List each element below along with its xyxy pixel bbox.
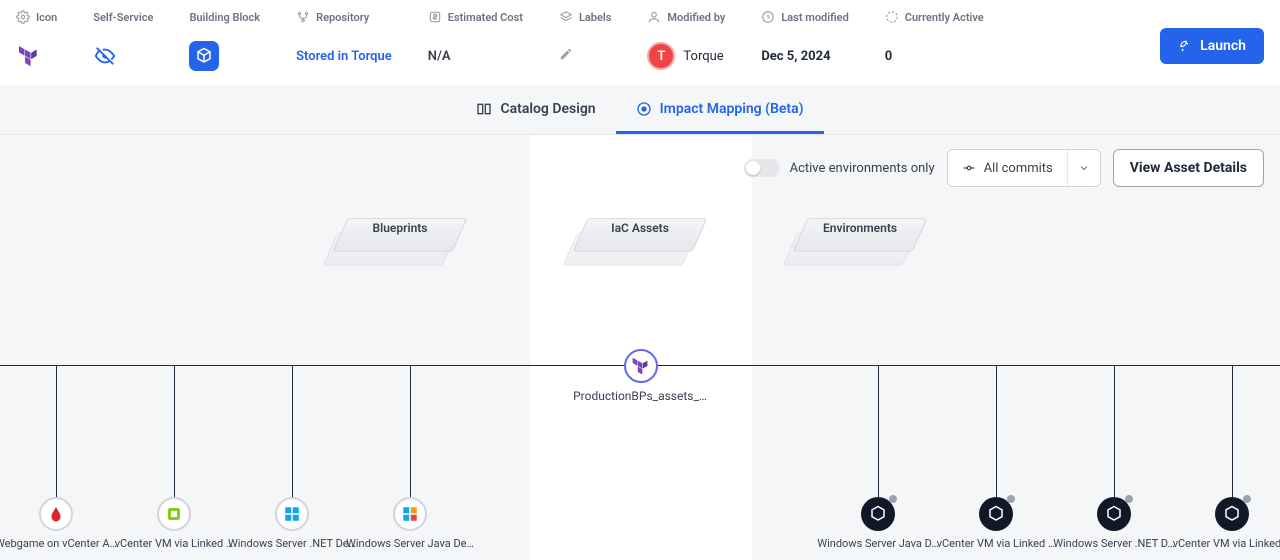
- last-modified-value: Dec 5, 2024: [761, 49, 830, 64]
- gear-icon: [16, 10, 30, 24]
- dollar-icon: [428, 10, 442, 24]
- col-repository: Repository: [316, 11, 369, 24]
- blueprint-label: Webgame on vCenter A…: [0, 537, 117, 550]
- layers-icon: [559, 10, 573, 24]
- tab-impact-label: Impact Mapping (Beta): [660, 101, 804, 117]
- category-environments: Environments: [790, 205, 930, 265]
- col-icon: Icon: [36, 11, 57, 24]
- chevron-down-icon[interactable]: [1067, 150, 1100, 186]
- details-header: Icon Self-Service Building Block Reposit…: [0, 0, 1280, 87]
- connector-line: [292, 365, 293, 505]
- activity-icon: [885, 10, 899, 24]
- center-asset-node[interactable]: [624, 349, 658, 383]
- launch-button[interactable]: Launch: [1160, 28, 1264, 64]
- category-blueprints-label: Blueprints: [330, 221, 470, 235]
- blueprint-node[interactable]: [393, 497, 427, 531]
- currently-active-value: 0: [885, 49, 892, 64]
- tab-catalog-label: Catalog Design: [500, 101, 595, 117]
- terraform-icon: [16, 43, 42, 69]
- environment-label: vCenter VM via Linked …: [937, 537, 1056, 550]
- tab-impact-mapping[interactable]: Impact Mapping (Beta): [616, 87, 824, 134]
- tabs: Catalog Design Impact Mapping (Beta): [0, 87, 1280, 135]
- blueprint-node[interactable]: [39, 497, 73, 531]
- category-iac-label: IaC Assets: [570, 221, 710, 235]
- modified-by-name: Torque: [683, 49, 723, 64]
- launch-label: Launch: [1200, 38, 1246, 54]
- estimated-cost-value: N/A: [428, 49, 451, 64]
- environment-node[interactable]: [861, 497, 895, 531]
- blueprint-label: vCenter VM via Linked …: [115, 537, 234, 550]
- tab-catalog-design[interactable]: Catalog Design: [456, 87, 615, 134]
- view-asset-details-button[interactable]: View Asset Details: [1113, 149, 1264, 187]
- repository-link[interactable]: Stored in Torque: [296, 49, 392, 64]
- col-currently-active: Currently Active: [905, 11, 984, 24]
- environment-label: Windows Server Java D…: [817, 537, 938, 550]
- blueprint-label: Windows Server Java De…: [346, 537, 474, 550]
- col-self-service: Self-Service: [93, 11, 153, 24]
- building-block-badge[interactable]: [189, 41, 219, 71]
- blueprint-label: Windows Server .NET De…: [228, 537, 356, 550]
- environment-label: vCenter VM via Linked …: [1173, 537, 1280, 550]
- col-building-block: Building Block: [189, 11, 260, 24]
- center-column-highlight: [530, 135, 752, 560]
- col-last-modified: Last modified: [781, 11, 848, 24]
- canvas-controls: Active environments only All commits Vie…: [744, 149, 1264, 187]
- category-environments-label: Environments: [790, 221, 930, 235]
- center-asset-label: ProductionBPs_assets_…: [560, 389, 720, 403]
- connector-line: [410, 365, 411, 505]
- avatar: T: [647, 42, 675, 70]
- connector-line: [1232, 365, 1233, 505]
- environment-node[interactable]: [1215, 497, 1249, 531]
- connector-line: [174, 365, 175, 505]
- col-labels: Labels: [579, 11, 611, 24]
- connector-line: [1114, 365, 1115, 505]
- category-blueprints: Blueprints: [330, 205, 470, 265]
- clock-icon: [761, 10, 775, 24]
- category-iac-assets: IaC Assets: [570, 205, 710, 265]
- eye-off-icon[interactable]: [93, 44, 117, 68]
- branch-icon: [296, 10, 310, 24]
- impact-mapping-canvas[interactable]: Active environments only All commits Vie…: [0, 135, 1280, 560]
- blueprint-node[interactable]: [275, 497, 309, 531]
- commits-dropdown[interactable]: All commits: [947, 149, 1101, 187]
- commits-label: All commits: [984, 161, 1053, 176]
- edit-labels-icon[interactable]: [559, 47, 573, 65]
- connector-line: [878, 365, 879, 505]
- connector-line: [996, 365, 997, 505]
- active-envs-toggle[interactable]: [744, 159, 780, 177]
- environment-node[interactable]: [1097, 497, 1131, 531]
- active-envs-toggle-label: Active environments only: [790, 161, 935, 176]
- col-estimated-cost: Estimated Cost: [448, 11, 523, 24]
- environment-node[interactable]: [979, 497, 1013, 531]
- connector-line: [56, 365, 57, 505]
- user-icon: [647, 10, 661, 24]
- blueprint-node[interactable]: [157, 497, 191, 531]
- col-modified-by: Modified by: [667, 11, 725, 24]
- environment-label: Windows Server .NET D…: [1053, 537, 1175, 550]
